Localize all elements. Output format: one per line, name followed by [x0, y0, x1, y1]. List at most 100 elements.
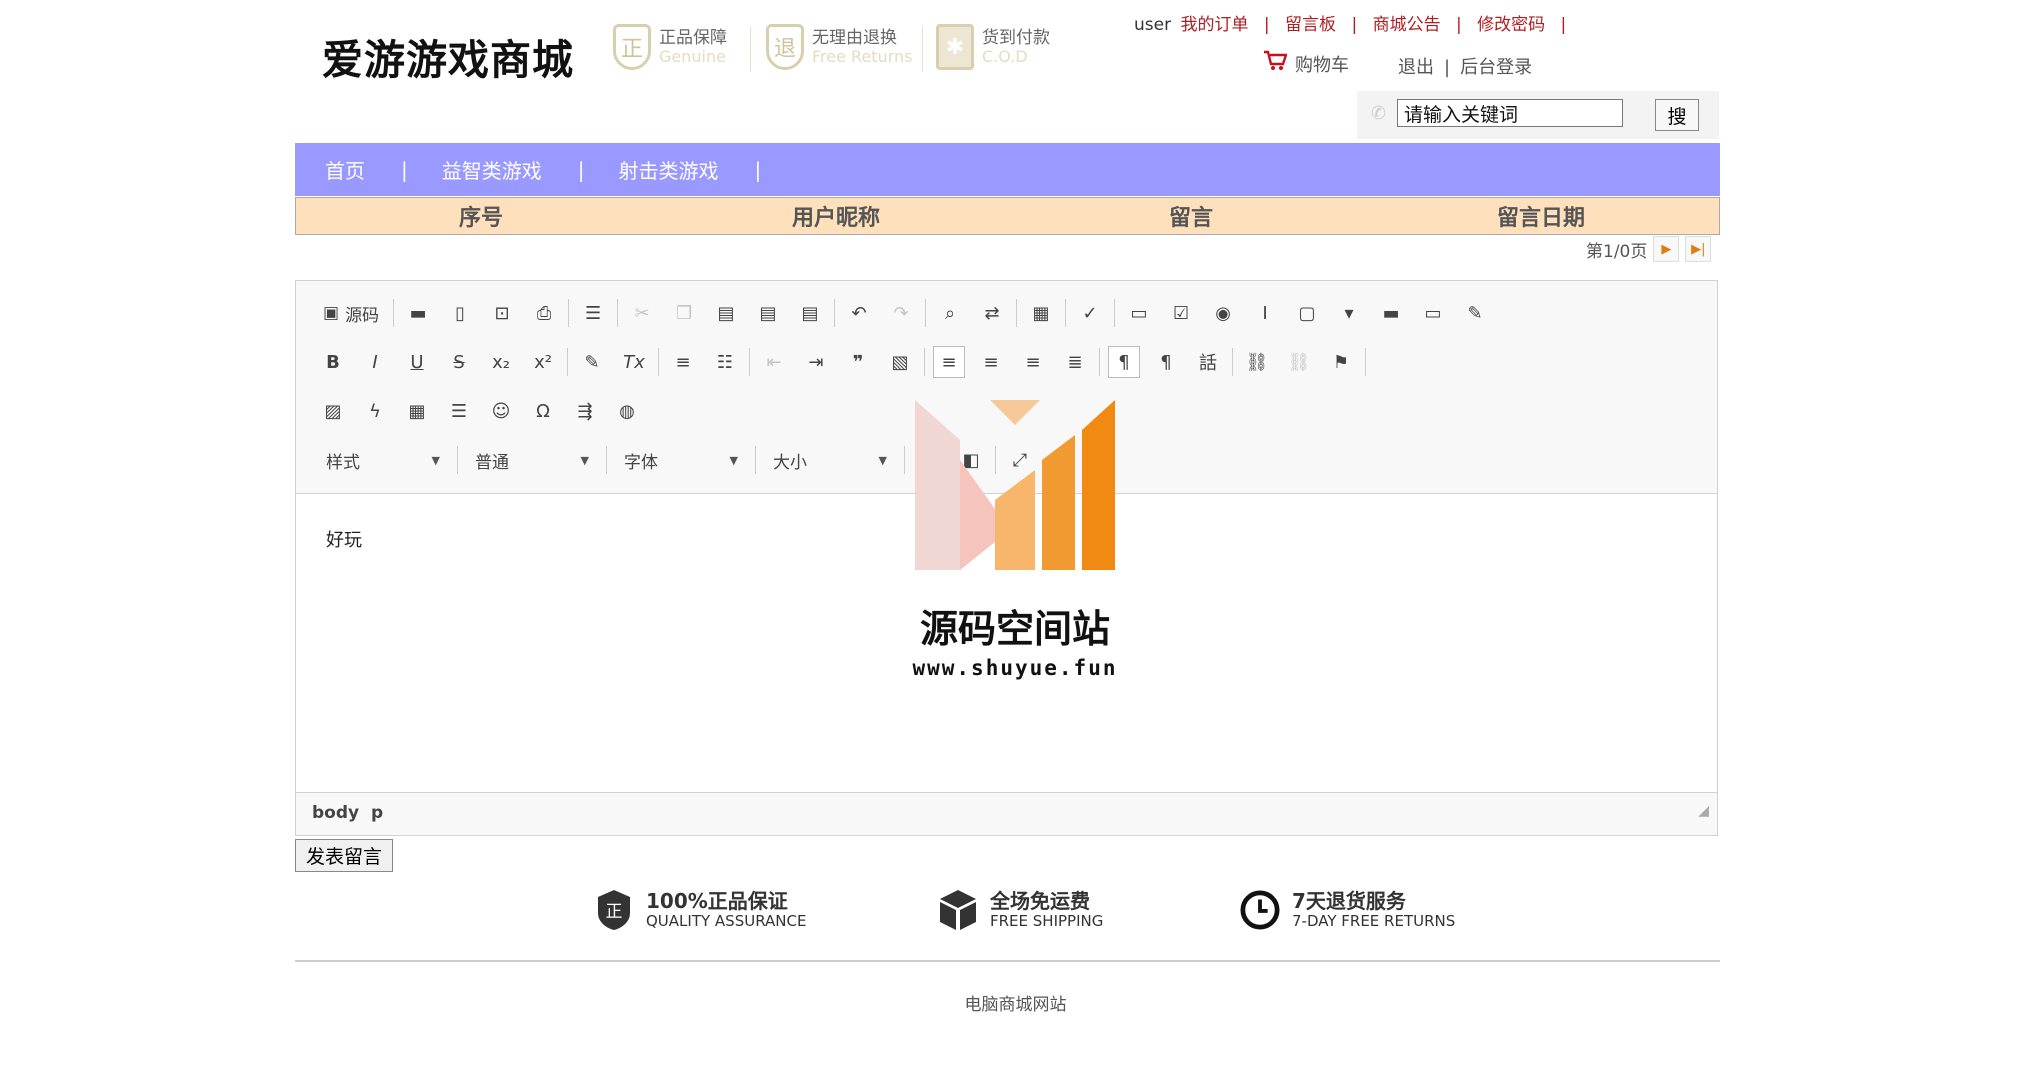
align-left-icon[interactable]: ≡ — [933, 346, 965, 378]
svg-text:正: 正 — [606, 902, 623, 922]
nav-separator: | — [401, 157, 408, 182]
templates-icon[interactable]: ☰ — [577, 297, 609, 329]
format-dropdown[interactable]: 普通 ▼ — [467, 445, 597, 475]
button-field-icon[interactable]: ▬ — [1375, 297, 1407, 329]
path-p[interactable]: p — [371, 803, 383, 823]
link-my-orders[interactable]: 我的订单 — [1181, 15, 1249, 35]
superscript-icon[interactable]: x² — [527, 346, 559, 378]
paste-word-icon[interactable]: ▤ — [794, 297, 826, 329]
footer-title: 7天退货服务 — [1292, 889, 1406, 913]
preview-icon[interactable]: ⊡ — [486, 297, 518, 329]
pagination: 第1/0页 ▶ ▶| — [1586, 236, 1712, 262]
align-center-icon[interactable]: ≡ — [975, 346, 1007, 378]
image-icon[interactable]: ▨ — [317, 395, 349, 427]
italic-icon[interactable]: I — [359, 346, 391, 378]
rtl-icon[interactable]: ¶ — [1150, 346, 1182, 378]
new-page-icon[interactable]: ▯ — [444, 297, 476, 329]
indent-icon[interactable]: ⇥ — [800, 346, 832, 378]
anchor-flag-icon[interactable]: ⚑ — [1325, 346, 1357, 378]
language-icon[interactable]: 話 — [1192, 346, 1224, 378]
message-table-header: 序号 用户昵称 留言 留言日期 — [295, 197, 1720, 235]
font-label: 字体 — [624, 452, 658, 473]
search-input[interactable] — [1397, 99, 1623, 127]
link-separator: | — [1263, 15, 1270, 35]
format-label: 普通 — [475, 452, 509, 473]
nav-item-shooter-games[interactable]: 射击类游戏 — [619, 155, 719, 184]
paste-icon[interactable]: ▤ — [710, 297, 742, 329]
column-header-nickname: 用户昵称 — [791, 206, 880, 231]
iframe-icon[interactable]: ◍ — [611, 395, 643, 427]
replace-icon[interactable]: ⇄ — [976, 297, 1008, 329]
account-links: 退出 | 后台登录 — [1398, 53, 1532, 79]
underline-icon[interactable]: U — [401, 346, 433, 378]
flash-icon[interactable]: ϟ — [359, 395, 391, 427]
textarea-icon[interactable]: ▢ — [1291, 297, 1323, 329]
horizontal-rule-icon[interactable]: ☰ — [443, 395, 475, 427]
footer-subtitle: 7-DAY FREE RETURNS — [1292, 912, 1456, 930]
site-logo[interactable]: 爱游游戏商城 — [322, 26, 574, 86]
admin-login-link[interactable]: 后台登录 — [1460, 57, 1532, 78]
last-page-icon[interactable]: ▶| — [1685, 236, 1712, 262]
justify-icon[interactable]: ≣ — [1059, 346, 1091, 378]
hidden-field-icon[interactable]: ✎ — [1459, 297, 1491, 329]
find-icon[interactable]: ⌕ — [934, 297, 966, 329]
create-div-icon[interactable]: ▧ — [884, 346, 916, 378]
form-icon[interactable]: ▭ — [1123, 297, 1155, 329]
chevron-down-icon: ▼ — [431, 453, 440, 467]
blockquote-icon[interactable]: ❞ — [842, 346, 874, 378]
source-icon: ▣ — [323, 303, 340, 323]
numbered-list-icon[interactable]: ≡ — [667, 346, 699, 378]
link-icon[interactable]: ⛓ — [1241, 346, 1273, 378]
resize-handle-icon[interactable]: ◢ — [1698, 803, 1709, 829]
path-body[interactable]: body — [312, 803, 359, 823]
copy-format-icon[interactable]: ✎ — [576, 346, 608, 378]
textfield-icon[interactable]: Ⅰ — [1249, 297, 1281, 329]
watermark-title: 源码空间站 — [919, 607, 1110, 651]
font-dropdown[interactable]: 字体 ▼ — [616, 445, 746, 475]
paste-text-icon[interactable]: ▤ — [752, 297, 784, 329]
radio-icon[interactable]: ◉ — [1207, 297, 1239, 329]
styles-dropdown[interactable]: 样式 ▼ — [318, 445, 448, 475]
cut-icon[interactable]: ✂ — [626, 297, 658, 329]
nav-item-puzzle-games[interactable]: 益智类游戏 — [442, 155, 542, 184]
special-char-icon[interactable]: Ω — [527, 395, 559, 427]
subscript-icon[interactable]: x₂ — [485, 346, 517, 378]
search-button[interactable]: 搜 — [1655, 99, 1699, 131]
ltr-icon[interactable]: ¶ — [1108, 346, 1140, 378]
image-button-icon[interactable]: ▭ — [1417, 297, 1449, 329]
outdent-icon[interactable]: ⇤ — [758, 346, 790, 378]
nav-item-home[interactable]: 首页 — [325, 155, 365, 184]
table-icon[interactable]: ▦ — [401, 395, 433, 427]
spellcheck-icon[interactable]: ✓ — [1074, 297, 1106, 329]
next-page-icon[interactable]: ▶ — [1653, 236, 1680, 262]
select-field-icon[interactable]: ▾ — [1333, 297, 1365, 329]
page-break-icon[interactable]: ⇶ — [569, 395, 601, 427]
bulleted-list-icon[interactable]: ☷ — [709, 346, 741, 378]
link-change-password[interactable]: 修改密码 — [1477, 15, 1545, 35]
save-icon[interactable]: ▬ — [402, 297, 434, 329]
align-right-icon[interactable]: ≡ — [1017, 346, 1049, 378]
smiley-icon[interactable]: ☺ — [485, 395, 517, 427]
cart-link[interactable]: 购物车 — [1263, 50, 1349, 78]
print-icon[interactable]: ⎙ — [528, 297, 560, 329]
remove-format-icon[interactable]: Tx — [618, 346, 650, 378]
size-dropdown[interactable]: 大小 ▼ — [765, 445, 895, 475]
link-announcements[interactable]: 商城公告 — [1373, 15, 1441, 35]
footer-title: 全场免运费 — [990, 889, 1090, 913]
checkbox-icon[interactable]: ☑ — [1165, 297, 1197, 329]
bold-icon[interactable]: B — [317, 346, 349, 378]
logout-link[interactable]: 退出 — [1398, 57, 1434, 78]
redo-icon[interactable]: ↷ — [885, 297, 917, 329]
source-button[interactable]: ▣ 源码 — [317, 297, 385, 329]
select-all-icon[interactable]: ▦ — [1025, 297, 1057, 329]
copy-icon[interactable]: ❐ — [668, 297, 700, 329]
strike-icon[interactable]: S — [443, 346, 475, 378]
undo-icon[interactable]: ↶ — [843, 297, 875, 329]
editor-content[interactable]: 好玩 — [326, 526, 362, 552]
unlink-icon[interactable]: ⛓ — [1283, 346, 1315, 378]
post-message-button[interactable]: 发表留言 — [295, 839, 394, 872]
footer-quality: 正 100%正品保证 QUALITY ASSURANCE — [594, 888, 806, 932]
watermark-url: www.shuyue.fun — [912, 656, 1118, 680]
main-nav: 首页 | 益智类游戏 | 射击类游戏 | — [295, 143, 1720, 196]
link-message-board[interactable]: 留言板 — [1285, 15, 1336, 35]
